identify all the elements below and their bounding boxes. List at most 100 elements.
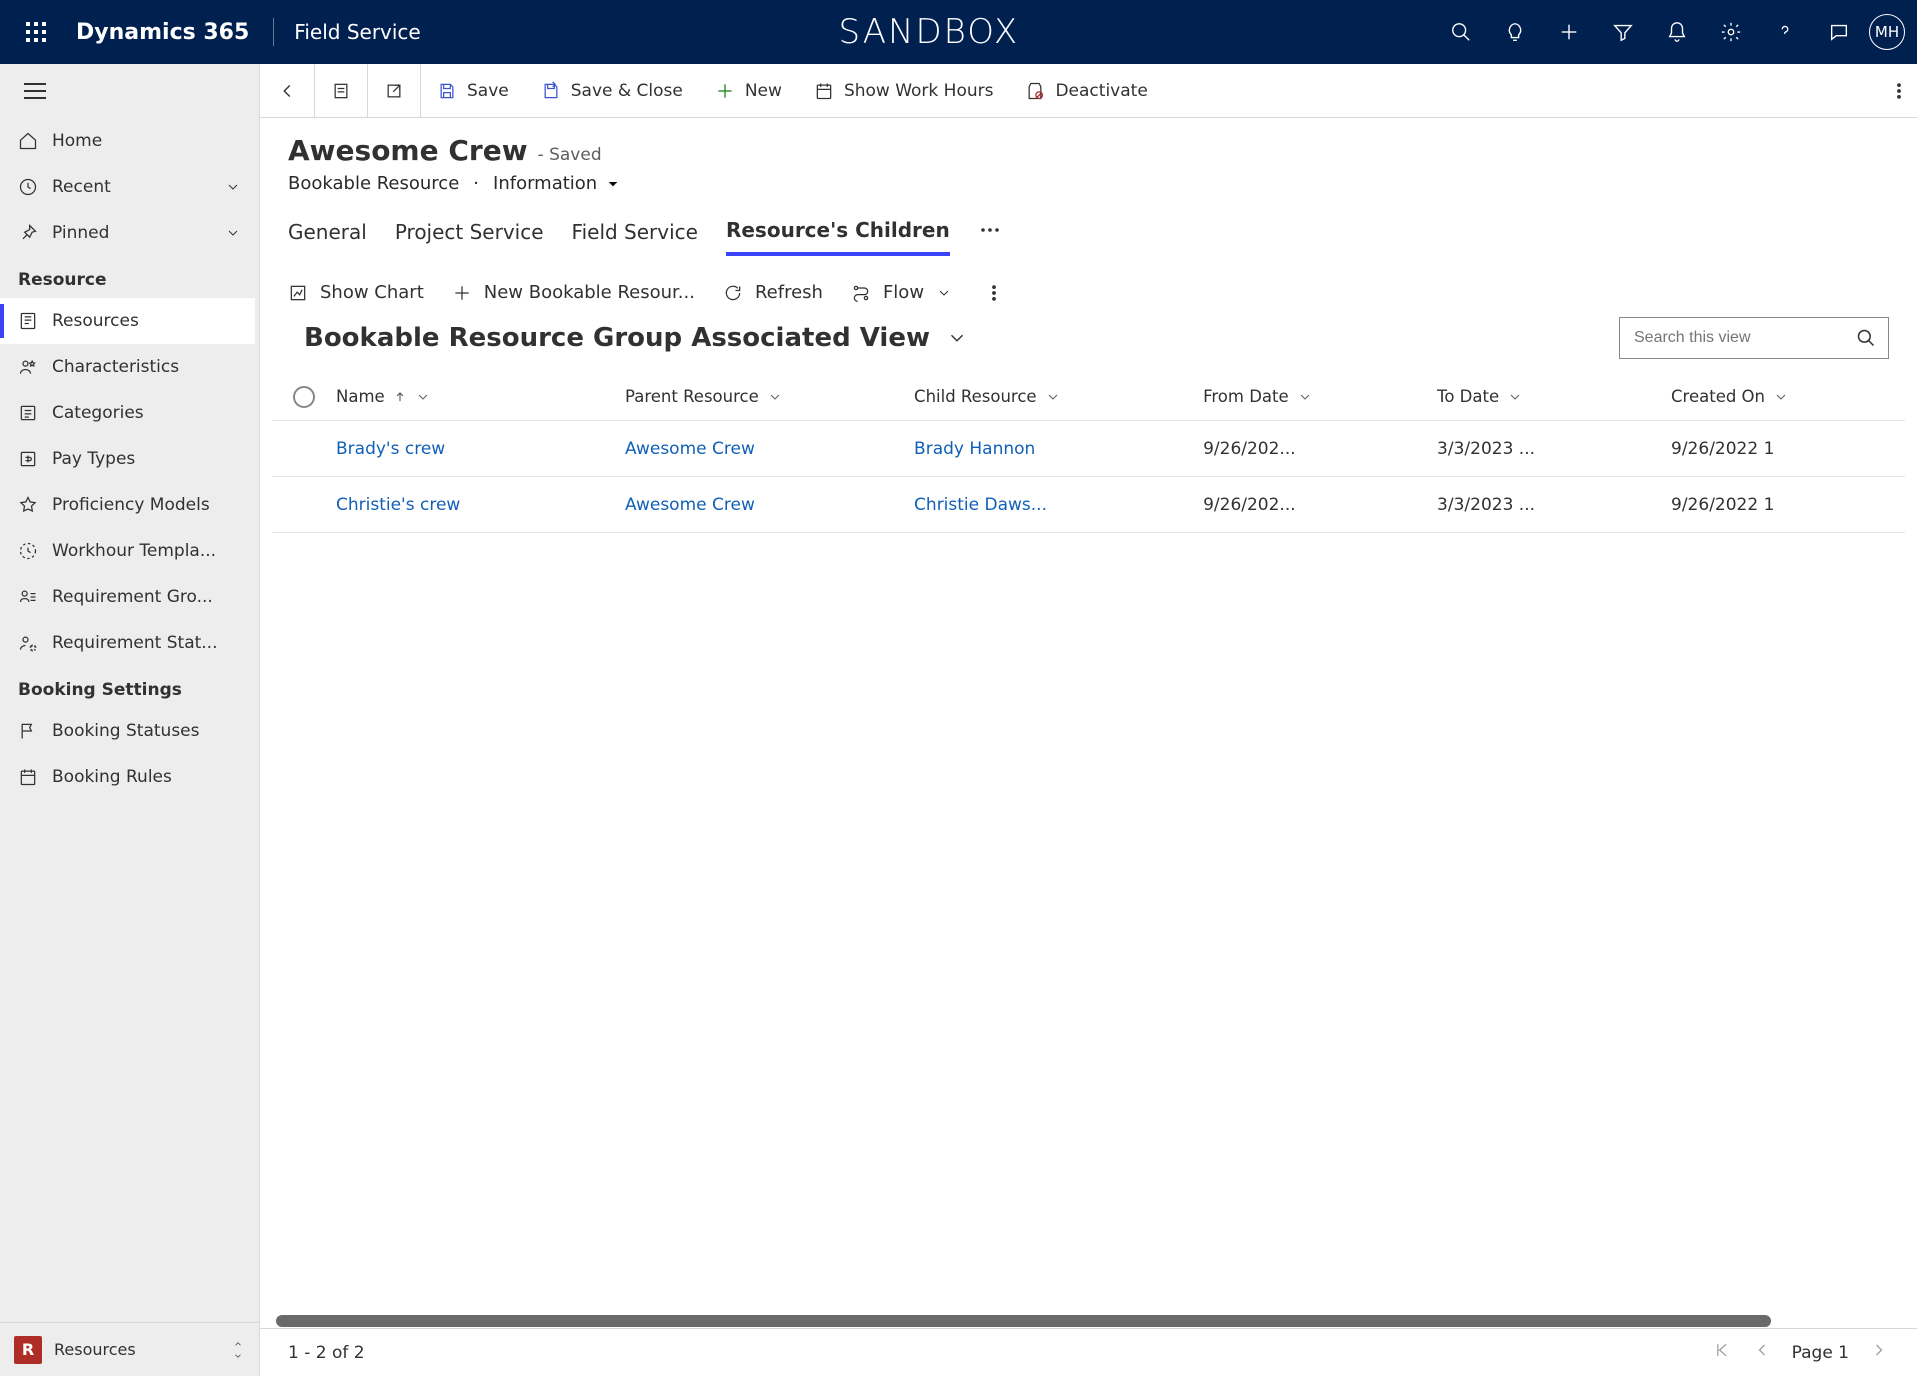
sidebar-item-pinned[interactable]: Pinned [0, 210, 255, 256]
chevron-down-icon [605, 176, 621, 192]
notifications-button[interactable] [1653, 8, 1701, 56]
person-setting-icon [18, 633, 38, 653]
waffle-icon [26, 22, 46, 42]
sort-asc-icon [393, 390, 407, 404]
tab-resources-children[interactable]: Resource's Children [726, 218, 950, 256]
tab-general[interactable]: General [288, 220, 367, 254]
sidebar-section-booking: Booking Settings [0, 666, 255, 708]
deactivate-button[interactable]: Deactivate [1009, 64, 1163, 117]
back-button[interactable] [260, 64, 315, 117]
app-name-label[interactable]: Field Service [294, 20, 420, 44]
cell-name[interactable]: Brady's crew [336, 439, 625, 459]
user-avatar[interactable]: MH [1869, 14, 1905, 50]
show-work-hours-button[interactable]: Show Work Hours [798, 64, 1010, 117]
sidebar-item-pay-types[interactable]: Pay Types [0, 436, 255, 482]
chevron-down-icon [225, 179, 241, 195]
show-chart-button[interactable]: Show Chart [288, 282, 424, 303]
form-command-bar: Save Save & Close New Show Work Hours De… [260, 64, 1917, 118]
search-input[interactable] [1632, 328, 1848, 348]
chat-button[interactable] [1815, 8, 1863, 56]
new-button[interactable]: New [699, 64, 798, 117]
app-shell: Home Recent Pinned Resource Resources Ch… [0, 64, 1917, 1376]
new-brg-label: New Bookable Resour... [484, 282, 695, 303]
sidebar-item-label: Characteristics [52, 357, 179, 377]
settings-button[interactable] [1707, 8, 1755, 56]
sidebar-item-home[interactable]: Home [0, 118, 255, 164]
area-label: Resources [54, 1340, 136, 1359]
user-initials: MH [1875, 23, 1899, 41]
cell-parent[interactable]: Awesome Crew [625, 439, 914, 459]
sidebar-item-requirement-statuses[interactable]: Requirement Stat... [0, 620, 255, 666]
sidebar-item-label: Requirement Gro... [52, 587, 213, 607]
area-tile: R [14, 1336, 42, 1364]
arrow-left-icon [1752, 1340, 1772, 1360]
sidebar-item-categories[interactable]: Categories [0, 390, 255, 436]
nav-toggle-button[interactable] [24, 83, 46, 99]
grid-pager: 1 - 2 of 2 Page 1 [260, 1328, 1917, 1376]
pager-page-label: Page 1 [1792, 1343, 1849, 1363]
table-row[interactable]: Brady's crew Awesome Crew Brady Hannon 9… [272, 421, 1905, 477]
show-work-hours-label: Show Work Hours [844, 81, 994, 101]
cell-name[interactable]: Christie's crew [336, 495, 625, 515]
popout-icon [384, 81, 404, 101]
sidebar-item-label: Recent [52, 177, 111, 197]
pager-prev-button[interactable] [1752, 1340, 1772, 1365]
flow-button[interactable]: Flow [851, 282, 952, 303]
open-record-set-button[interactable] [315, 64, 368, 117]
search-button[interactable] [1437, 8, 1485, 56]
select-all-toggle[interactable] [272, 386, 336, 408]
cell-to: 3/3/2023 ... [1437, 495, 1671, 515]
tab-label: General [288, 220, 367, 244]
tabs-overflow-button[interactable] [978, 218, 1002, 256]
cell-parent[interactable]: Awesome Crew [625, 495, 914, 515]
cell-child[interactable]: Christie Daws... [914, 495, 1203, 515]
new-bookable-resource-group-button[interactable]: New Bookable Resour... [452, 282, 695, 303]
sidebar-item-booking-statuses[interactable]: Booking Statuses [0, 708, 255, 754]
sidebar-item-label: Booking Rules [52, 767, 172, 787]
column-header-from[interactable]: From Date [1203, 387, 1437, 406]
horizontal-scrollbar[interactable] [276, 1314, 1901, 1328]
sidebar-item-recent[interactable]: Recent [0, 164, 255, 210]
sidebar-item-characteristics[interactable]: Characteristics [0, 344, 255, 390]
column-header-to[interactable]: To Date [1437, 387, 1671, 406]
tab-label: Project Service [395, 220, 544, 244]
view-search[interactable] [1619, 317, 1889, 359]
area-switcher-chevrons[interactable] [231, 1339, 245, 1361]
sidebar-item-requirement-groups[interactable]: Requirement Gro... [0, 574, 255, 620]
column-header-created[interactable]: Created On [1671, 387, 1905, 406]
question-icon [1774, 21, 1796, 43]
sidebar-item-proficiency-models[interactable]: Proficiency Models [0, 482, 255, 528]
pager-first-button[interactable] [1712, 1340, 1732, 1365]
help-button[interactable] [1761, 8, 1809, 56]
tab-project-service[interactable]: Project Service [395, 220, 544, 254]
sidebar-item-booking-rules[interactable]: Booking Rules [0, 754, 255, 800]
quick-create-button[interactable] [1545, 8, 1593, 56]
form-overflow-button[interactable] [1881, 81, 1917, 101]
subgrid-overflow-button[interactable] [984, 283, 1004, 303]
column-header-name[interactable]: Name [336, 387, 625, 406]
view-selector[interactable]: Bookable Resource Group Associated View [304, 323, 968, 353]
column-header-child[interactable]: Child Resource [914, 387, 1203, 406]
open-in-new-window-button[interactable] [368, 64, 421, 117]
area-switcher[interactable]: R Resources [0, 1322, 259, 1376]
global-filter-button[interactable] [1599, 8, 1647, 56]
record-title: Awesome Crew [288, 134, 528, 167]
new-label: New [745, 81, 782, 101]
form-selector[interactable]: Information [493, 173, 621, 194]
assistant-button[interactable] [1491, 8, 1539, 56]
divider [273, 18, 274, 46]
sidebar-item-label: Pinned [52, 223, 109, 243]
column-header-parent[interactable]: Parent Resource [625, 387, 914, 406]
save-button[interactable]: Save [421, 64, 525, 117]
tab-field-service[interactable]: Field Service [572, 220, 698, 254]
refresh-button[interactable]: Refresh [723, 282, 823, 303]
save-close-button[interactable]: Save & Close [525, 64, 699, 117]
sidebar-item-resources[interactable]: Resources [0, 298, 255, 344]
save-icon [437, 81, 457, 101]
pager-next-button[interactable] [1869, 1340, 1889, 1365]
cell-child[interactable]: Brady Hannon [914, 439, 1203, 459]
table-row[interactable]: Christie's crew Awesome Crew Christie Da… [272, 477, 1905, 533]
app-launcher-button[interactable] [12, 8, 60, 56]
sidebar-item-workhour-templates[interactable]: Workhour Templa... [0, 528, 255, 574]
scrollbar-thumb[interactable] [276, 1315, 1771, 1327]
